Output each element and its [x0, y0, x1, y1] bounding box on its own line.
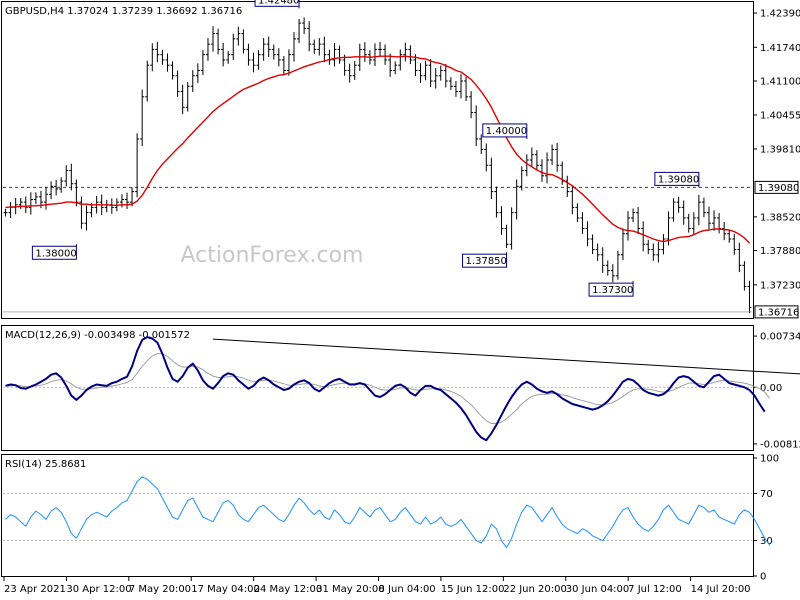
watermark: ActionForex.com: [181, 243, 364, 268]
macd-header: MACD(12,26,9) -0.003498 -0.001572: [5, 330, 190, 341]
price-annotation: 1.38000: [31, 244, 77, 260]
price-annotation: 1.37300: [588, 281, 634, 297]
rsi-tick-label: 100: [760, 454, 779, 465]
time-tick-label: 30 Jun 04:00: [566, 584, 630, 595]
price-tick-label: 1.38520: [760, 212, 800, 223]
rsi-tick-label: 30: [760, 536, 773, 547]
time-tick-label: 17 May 04:00: [191, 584, 260, 595]
price-tick-label: 1.37880: [760, 246, 800, 257]
price-annotation: 1.37850: [462, 252, 508, 268]
time-tick-label: 24 May 12:00: [254, 584, 323, 595]
rsi-tick-label: 0: [760, 572, 766, 583]
price-annotation: 1.39080: [654, 171, 700, 188]
macd-tick-label: 0.00: [760, 383, 782, 394]
time-tick-label: 30 Apr 12:00: [66, 584, 131, 595]
price-tick-label: 1.41740: [760, 43, 800, 54]
price-annotation: 1.40000: [482, 123, 528, 139]
time-tick-label: 15 Jun 12:00: [441, 584, 505, 595]
macd-tick-label: -0.008126: [760, 439, 800, 450]
price-tick-label: 1.40455: [760, 110, 800, 121]
horizontal-line-box-label: 1.39080: [758, 183, 799, 194]
forex-chart: ActionForex.com GBPUSD,H4 1.37024 1.3723…: [0, 0, 800, 600]
price-header: GBPUSD,H4 1.37024 1.37239 1.36692 1.3671…: [5, 6, 242, 17]
price-axis-ticks: 1.42390 1.41740 1.41100 1.40455 1.39810 1.385…: [753, 9, 800, 291]
price-tick-label: 1.42390: [760, 9, 800, 20]
annotation-label: 1.37300: [592, 285, 633, 296]
current-price-label: 1.36716: [758, 307, 799, 318]
time-tick-label: 8 Jun 04:00: [379, 584, 436, 595]
price-tick-label: 1.37230: [760, 280, 800, 291]
time-tick-label: 7 Jul 12:00: [628, 584, 682, 595]
horizontal-line-price-box: 1.39080: [754, 180, 799, 194]
price-tick-label: 1.41100: [760, 77, 800, 88]
rsi-header: RSI(14) 25.8681: [5, 459, 86, 470]
time-tick-label: 23 Apr 2021: [4, 584, 66, 595]
annotation-label: 1.39080: [658, 174, 699, 185]
annotation-label: 1.42480: [258, 0, 299, 6]
price-tick-label: 1.39810: [760, 144, 800, 155]
annotation-label: 1.40000: [486, 126, 527, 137]
time-tick-label: 14 Jul 20:00: [691, 584, 751, 595]
annotation-label: 1.38000: [35, 248, 76, 259]
time-tick-label: 7 May 20:00: [129, 584, 191, 595]
rsi-tick-label: 70: [760, 489, 773, 500]
time-tick-label: 22 Jun 20:00: [503, 584, 567, 595]
macd-tick-label: 0.007342: [760, 332, 800, 343]
annotation-label: 1.37850: [466, 256, 507, 267]
time-tick-label: 31 May 20:00: [316, 584, 385, 595]
